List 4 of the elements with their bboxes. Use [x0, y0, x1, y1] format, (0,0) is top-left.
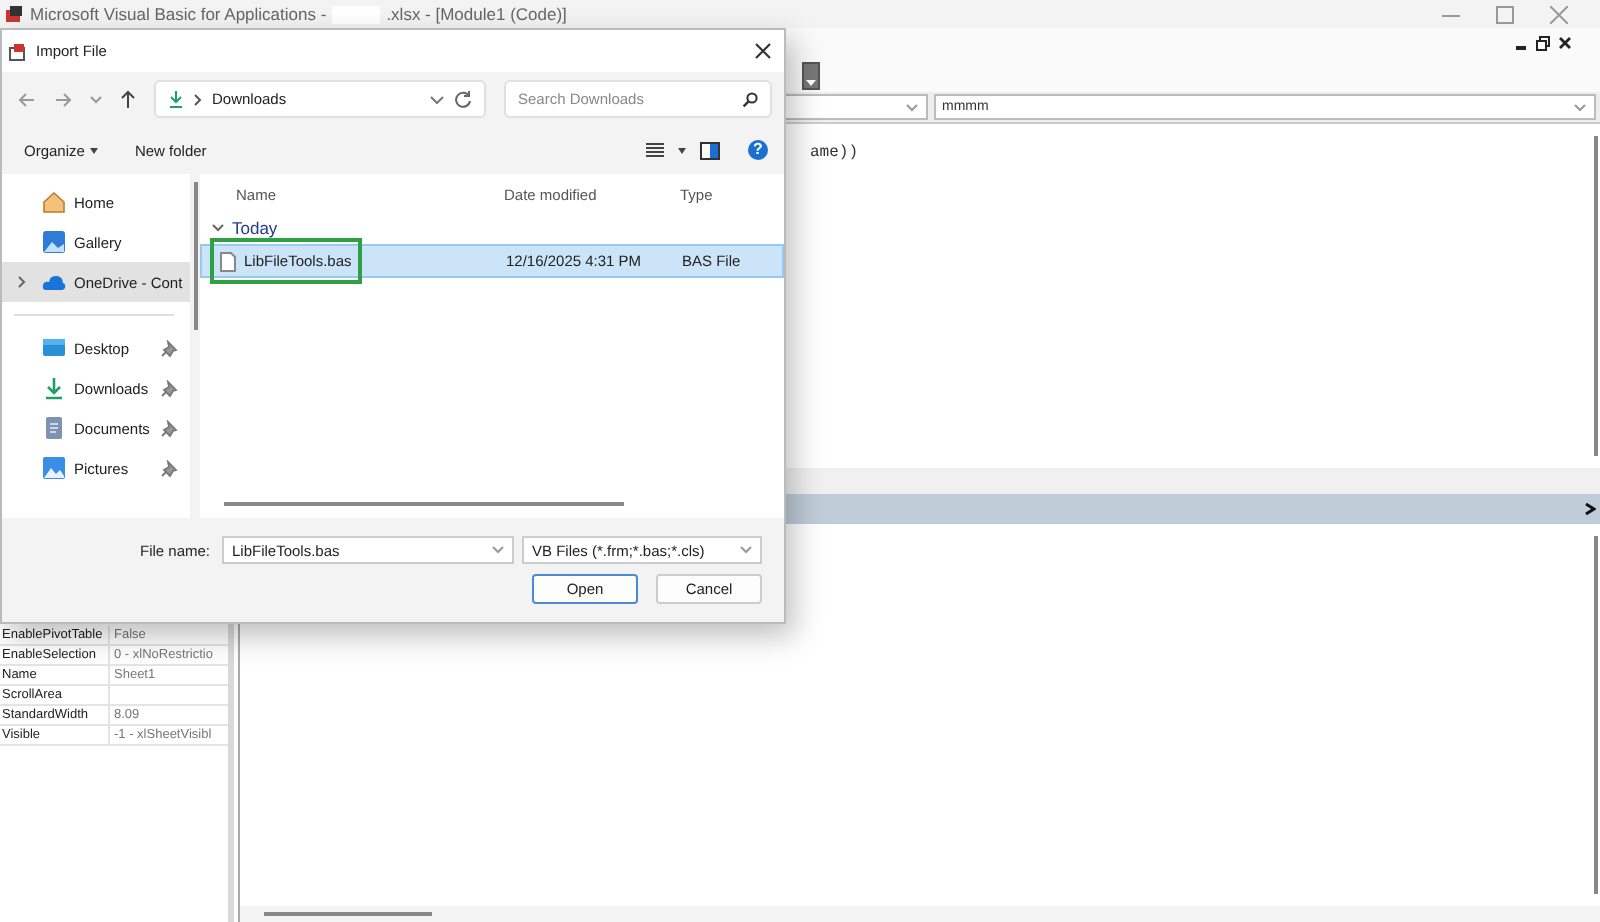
window-title: Microsoft Visual Basic for Applications - [30, 4, 327, 24]
window-title: .xlsx - [Module1 (Code)] [386, 4, 567, 24]
group-header: Today [232, 218, 278, 238]
help-button[interactable]: ? [748, 140, 768, 160]
